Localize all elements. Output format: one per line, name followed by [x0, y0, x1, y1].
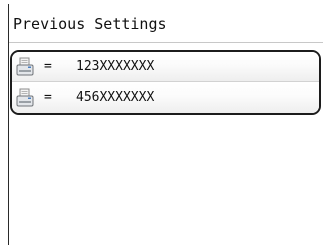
fax-icon — [16, 88, 34, 108]
fax-icon — [16, 57, 34, 77]
screen-title: Previous Settings — [13, 15, 167, 33]
fax-number: 123XXXXXXX — [76, 59, 155, 74]
separator: = — [44, 59, 52, 74]
list-item[interactable]: = 123XXXXXXX — [12, 52, 319, 82]
fax-number: 456XXXXXXX — [76, 90, 155, 105]
previous-settings-screen: Previous Settings = 123XXXXXXX = 456XXXX… — [8, 4, 323, 245]
separator: = — [44, 90, 52, 105]
title-divider — [9, 42, 323, 43]
list-item[interactable]: = 456XXXXXXX — [12, 83, 319, 113]
previous-settings-list: = 123XXXXXXX = 456XXXXXXX — [10, 50, 321, 115]
